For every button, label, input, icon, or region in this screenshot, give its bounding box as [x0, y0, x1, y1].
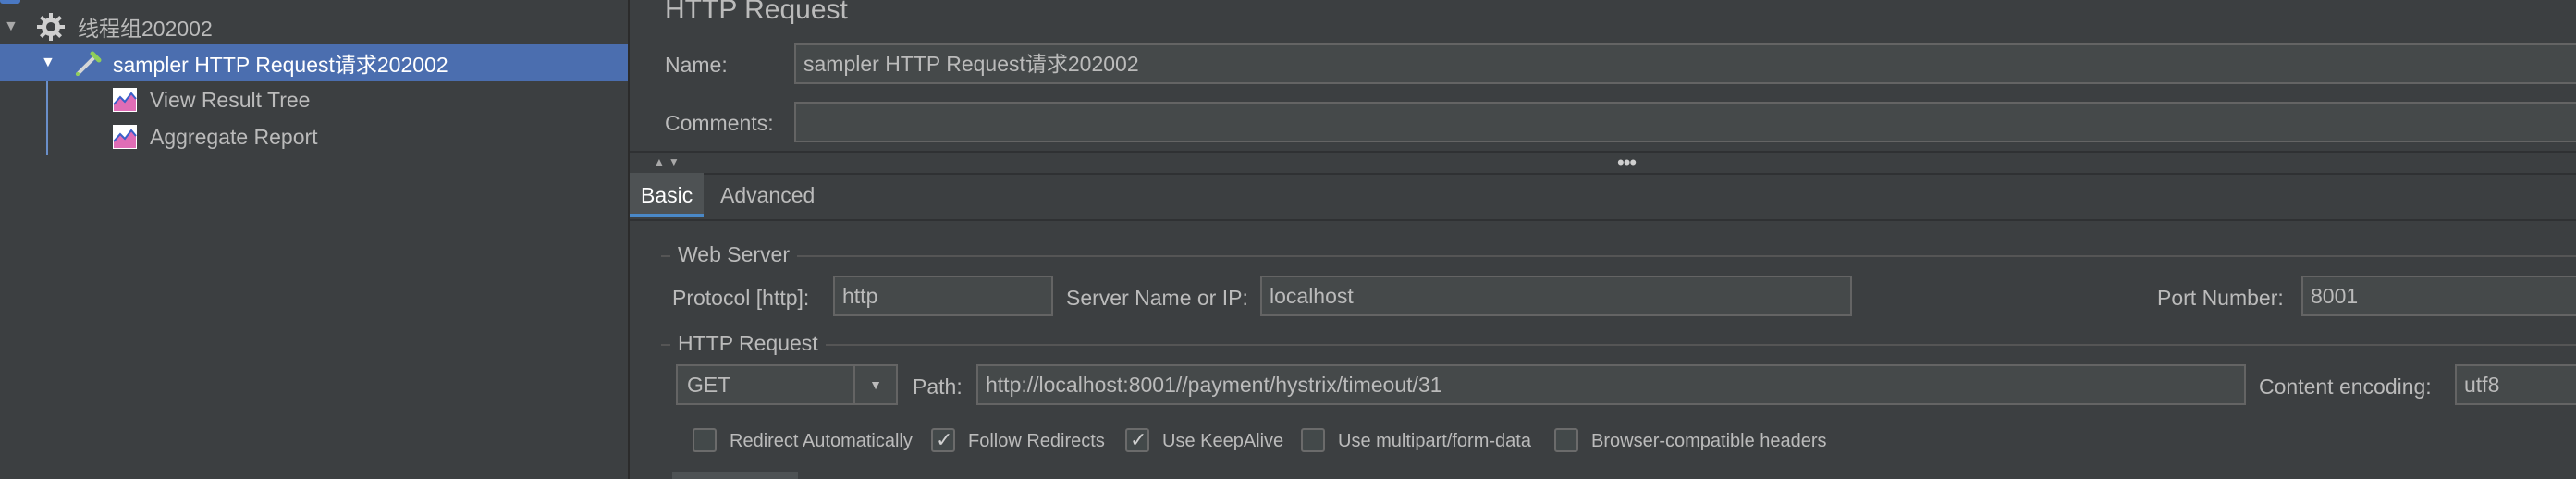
redirect-automatically-label: Redirect Automatically: [730, 431, 913, 451]
gear-icon: [35, 11, 67, 43]
tree-item-label: Aggregate Report: [150, 124, 318, 149]
browser-compatible-headers-checkbox[interactable]: [1554, 428, 1578, 452]
tree-item-http-sampler[interactable]: ▼ sampler HTTP Request请求202002: [0, 44, 628, 81]
http-request-panel: HTTP Request Name: sampler HTTP Request请…: [630, 0, 2576, 479]
tree-item-label: 线程组202002: [78, 17, 213, 41]
pipette-icon: [72, 47, 104, 79]
http-request-group-border: [661, 344, 2576, 346]
page-title: HTTP Request: [665, 0, 848, 25]
splitter-arrows-icon[interactable]: ▲▼: [654, 155, 683, 168]
test-plan-tree: ▼ 线程组202002 ▼ sampler HTTP Request请求2020…: [0, 0, 630, 479]
jmeter-window: ▼ 线程组202002 ▼ sampler HTTP Request请求2020…: [0, 0, 2576, 479]
content-encoding-label: Content encoding:: [2259, 375, 2432, 399]
path-label: Path:: [913, 375, 963, 399]
panel-splitter[interactable]: [630, 151, 2576, 175]
tree-item-thread-group[interactable]: ▼ 线程组202002: [0, 8, 628, 45]
parameters-tab-partial[interactable]: [672, 472, 798, 479]
comments-field[interactable]: [794, 102, 2576, 142]
protocol-label: Protocol [http]:: [672, 286, 810, 310]
test-plan-icon: [0, 0, 20, 4]
web-server-group-title: Web Server: [670, 242, 798, 267]
tree-item-view-result-tree[interactable]: View Result Tree: [0, 81, 628, 118]
name-field[interactable]: sampler HTTP Request请求202002: [794, 43, 2576, 84]
use-keepalive-label: Use KeepAlive: [1162, 431, 1284, 451]
method-select[interactable]: GET ▼: [676, 364, 898, 405]
comments-label: Comments:: [665, 111, 774, 135]
use-multipart-checkbox[interactable]: [1301, 428, 1325, 452]
name-label: Name:: [665, 53, 728, 77]
port-number-label: Port Number:: [2157, 286, 2284, 310]
protocol-field[interactable]: http: [833, 276, 1053, 316]
tab-advanced[interactable]: Advanced: [709, 173, 826, 217]
http-request-group-title: HTTP Request: [670, 331, 826, 356]
tree-item-label: sampler HTTP Request请求202002: [113, 53, 448, 77]
check-icon: ✓: [1130, 428, 1147, 451]
path-field[interactable]: http://localhost:8001//payment/hystrix/t…: [976, 364, 2246, 405]
method-value: GET: [687, 373, 731, 397]
splitter-grip-icon[interactable]: •••: [1617, 151, 1637, 175]
use-multipart-label: Use multipart/form-data: [1338, 431, 1531, 451]
content-encoding-field[interactable]: utf8: [2455, 364, 2576, 405]
tab-bar: Basic Advanced: [630, 173, 2576, 221]
tree-item-aggregate-report[interactable]: Aggregate Report: [0, 118, 628, 155]
chevron-down-icon[interactable]: ▼: [853, 366, 896, 403]
graph-icon: [109, 121, 141, 153]
server-name-label: Server Name or IP:: [1066, 286, 1248, 310]
web-server-group-border: [661, 255, 2576, 257]
graph-icon: [109, 84, 141, 116]
tree-item-label: View Result Tree: [150, 87, 311, 112]
check-icon: ✓: [936, 428, 953, 451]
follow-redirects-checkbox[interactable]: ✓: [931, 428, 955, 452]
use-keepalive-checkbox[interactable]: ✓: [1125, 428, 1149, 452]
follow-redirects-label: Follow Redirects: [968, 431, 1105, 451]
tab-basic[interactable]: Basic: [630, 173, 705, 217]
caret-down-icon[interactable]: ▼: [4, 18, 18, 35]
redirect-automatically-checkbox[interactable]: [693, 428, 717, 452]
port-number-field[interactable]: 8001: [2301, 276, 2576, 316]
server-name-field[interactable]: localhost: [1260, 276, 1852, 316]
browser-compatible-headers-label: Browser-compatible headers: [1591, 431, 1827, 451]
caret-down-icon[interactable]: ▼: [41, 55, 55, 71]
